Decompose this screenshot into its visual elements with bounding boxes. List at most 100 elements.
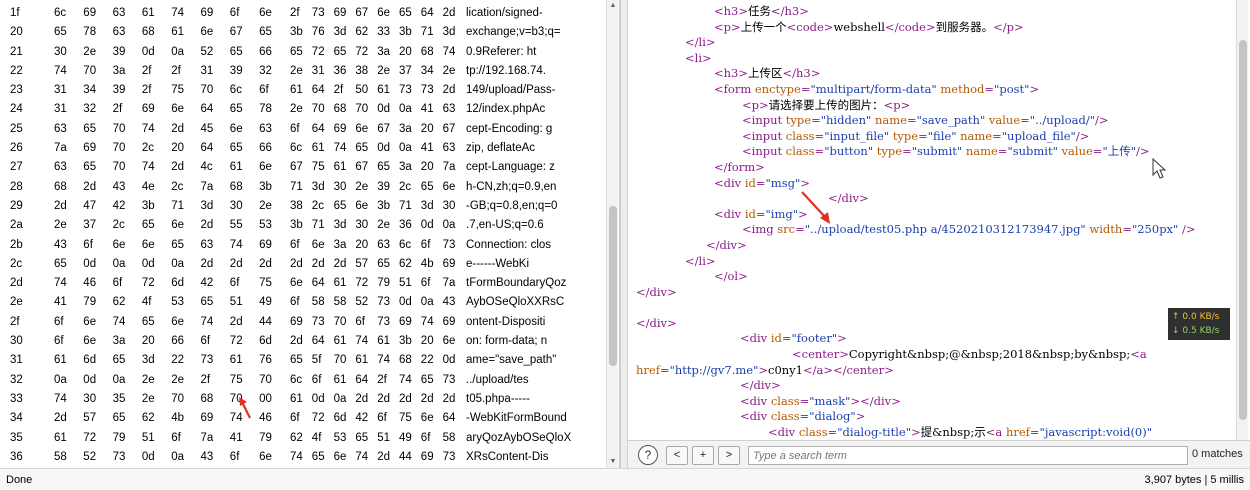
hex-byte[interactable]: 6f [290, 293, 300, 312]
hex-row[interactable]: 28 68 2d 43 4e 2c 7a 68 3b 71 3d 30 2e 39 2c 65 6e h-CN,z… [0, 178, 606, 197]
hex-byte[interactable]: 69 [334, 4, 347, 23]
hex-byte[interactable]: 38 [355, 62, 368, 81]
hex-byte[interactable]: 61 [334, 158, 347, 177]
hex-byte[interactable]: 33 [377, 23, 390, 42]
hex-byte[interactable]: 6f [230, 448, 240, 467]
hex-byte[interactable]: 3d [201, 197, 214, 216]
scroll-down-icon[interactable]: ▼ [607, 456, 619, 468]
hex-row[interactable]: 33 74 30 35 2e 70 68 70 00 61 0d 0a 2d 2d 2d 2d 2d t05.ph… [0, 390, 606, 409]
hex-byte[interactable]: 34 [83, 81, 96, 100]
hex-byte[interactable]: 74 [54, 390, 67, 409]
hex-byte[interactable]: 69 [201, 4, 214, 23]
hex-byte[interactable]: 6f [290, 236, 300, 255]
hex-byte[interactable]: 6d [334, 409, 347, 428]
hex-byte[interactable]: 65 [377, 158, 390, 177]
hex-byte[interactable]: 70 [355, 100, 368, 119]
hex-byte[interactable]: 22 [421, 351, 434, 370]
hex-byte[interactable]: 65 [421, 371, 434, 390]
hex-byte[interactable]: 65 [290, 43, 303, 62]
hex-byte[interactable]: 0a [113, 255, 126, 274]
hex-row[interactable]: 2d 74 46 6f 72 6d 42 6f 75 6e 64 61 72 79 51 6f 7a tFormB… [0, 274, 606, 293]
hex-byte[interactable]: 0d [142, 448, 155, 467]
hex-byte[interactable]: 2c [142, 139, 154, 158]
hex-byte[interactable]: 51 [230, 293, 243, 312]
hex-byte[interactable]: 69 [421, 448, 434, 467]
hex-byte[interactable]: 2d [377, 448, 390, 467]
hex-row[interactable]: 35 61 72 79 51 6f 7a 41 79 62 4f 53 65 51 49 6f 58 aryQoz… [0, 429, 606, 448]
hex-scrollbar[interactable]: ▲ ▼ [606, 0, 618, 468]
hex-byte[interactable]: 51 [377, 429, 390, 448]
hex-byte[interactable]: 6f [54, 313, 64, 332]
hex-byte[interactable]: 43 [201, 448, 214, 467]
hex-byte[interactable]: 61 [377, 332, 390, 351]
hex-byte[interactable]: 2e [83, 43, 96, 62]
hex-byte[interactable]: 3d [443, 23, 456, 42]
hex-byte[interactable]: 68 [54, 178, 67, 197]
hex-byte[interactable]: 65 [83, 158, 96, 177]
hex-byte[interactable]: 52 [355, 293, 368, 312]
hex-byte[interactable]: 6e [355, 120, 368, 139]
hex-byte[interactable]: 7a [201, 178, 214, 197]
hex-byte[interactable]: 41 [54, 293, 67, 312]
hex-byte[interactable]: 36 [334, 62, 347, 81]
hex-byte[interactable]: 5f [312, 351, 322, 370]
hex-byte[interactable]: 37 [83, 216, 96, 235]
hex-byte[interactable]: 2e [142, 390, 155, 409]
hex-byte[interactable]: 63 [54, 158, 67, 177]
hex-byte[interactable]: 50 [355, 81, 368, 100]
hex-byte[interactable]: 65 [54, 255, 67, 274]
source-scroll-thumb[interactable] [1239, 40, 1247, 420]
hex-byte[interactable]: 65 [290, 351, 303, 370]
hex-byte[interactable]: 74 [355, 332, 368, 351]
hex-byte[interactable]: 0a [421, 293, 434, 312]
hex-byte[interactable]: 61 [334, 332, 347, 351]
hex-byte[interactable]: 61 [290, 81, 303, 100]
hex-row[interactable]: 30 6f 6e 3a 20 66 6f 72 6d 2d 64 61 74 61 3b 20 6e on: fo… [0, 332, 606, 351]
hex-byte[interactable]: 6e [259, 158, 272, 177]
hex-byte[interactable]: 67 [230, 23, 243, 42]
hex-byte[interactable]: 68 [142, 23, 155, 42]
hex-byte[interactable]: 6e [83, 313, 96, 332]
hex-byte[interactable]: 70 [113, 120, 126, 139]
hex-byte[interactable]: 79 [259, 429, 272, 448]
hex-byte[interactable]: 2f [171, 62, 181, 81]
hex-byte[interactable]: 69 [83, 4, 96, 23]
hex-byte[interactable]: 4b [171, 409, 184, 428]
hex-byte[interactable]: 39 [113, 81, 126, 100]
hex-byte[interactable]: 2e [142, 371, 155, 390]
hex-byte[interactable]: 6c [54, 4, 66, 23]
hex-byte[interactable]: 58 [54, 448, 67, 467]
hex-byte[interactable]: 2c [312, 197, 324, 216]
hex-byte[interactable]: 2d [377, 390, 390, 409]
hex-byte[interactable]: 30 [334, 178, 347, 197]
hex-byte[interactable]: 79 [113, 429, 126, 448]
hex-byte[interactable]: 2e [259, 197, 272, 216]
hex-byte[interactable]: 6f [201, 332, 211, 351]
hex-byte[interactable]: 55 [230, 216, 243, 235]
hex-byte[interactable]: 6e [171, 313, 184, 332]
hex-byte[interactable]: 73 [443, 448, 456, 467]
hex-byte[interactable]: 2c [399, 178, 411, 197]
hex-byte[interactable]: 69 [334, 120, 347, 139]
hex-byte[interactable]: 7a [443, 274, 456, 293]
hex-byte[interactable]: 2d [201, 255, 214, 274]
hex-byte[interactable]: 6e [377, 4, 390, 23]
hex-byte[interactable]: 61 [230, 158, 243, 177]
hex-byte[interactable]: 20 [421, 332, 434, 351]
hex-byte[interactable]: 65 [113, 409, 126, 428]
hex-byte[interactable]: 6e [113, 236, 126, 255]
add-search-button[interactable]: + [692, 446, 714, 465]
hex-byte[interactable]: 4f [142, 293, 152, 312]
hex-byte[interactable]: 0d [421, 216, 434, 235]
hex-byte[interactable]: 65 [230, 139, 243, 158]
hex-byte[interactable]: 44 [259, 313, 272, 332]
hex-byte[interactable]: 73 [421, 81, 434, 100]
hex-byte[interactable]: 61 [54, 351, 67, 370]
hex-byte[interactable]: 63 [201, 236, 214, 255]
hex-byte[interactable]: 2e [171, 371, 184, 390]
hex-byte[interactable]: 65 [142, 313, 155, 332]
hex-byte[interactable]: 31 [54, 81, 67, 100]
hex-byte[interactable]: 3d [421, 197, 434, 216]
hex-byte[interactable]: 69 [443, 313, 456, 332]
help-button[interactable]: ? [638, 445, 658, 465]
